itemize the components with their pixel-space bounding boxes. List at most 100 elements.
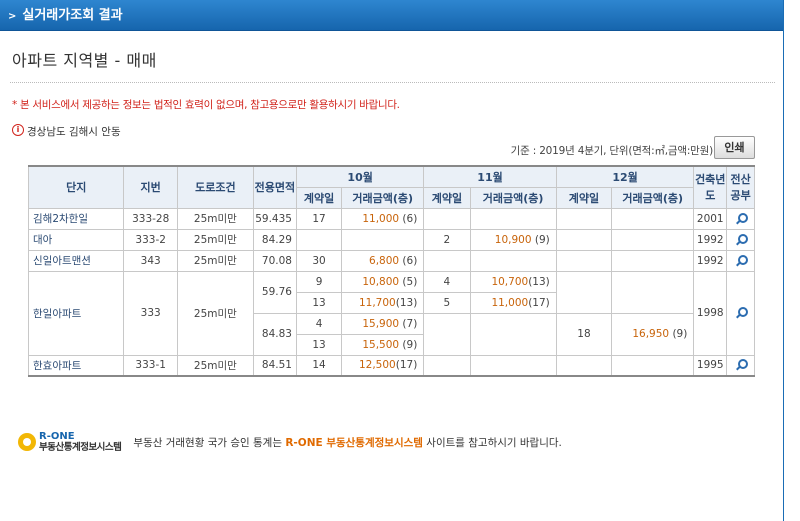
cadastral-lookup[interactable] bbox=[726, 249, 755, 272]
footer-note: R-ONE 부동산통계정보시스템 부동산 거래현황 국가 승인 통계는 R-ON… bbox=[18, 431, 562, 453]
magnifier-icon[interactable] bbox=[735, 254, 748, 267]
amount: 10,700(13) bbox=[469, 270, 557, 293]
built-year: 1998 bbox=[693, 270, 728, 356]
amount bbox=[611, 207, 695, 230]
col-contract-day: 계약일 bbox=[555, 186, 613, 209]
amount: 15,900 (7) bbox=[341, 312, 425, 335]
built-year: 1992 bbox=[693, 228, 728, 251]
contract-day: 13 bbox=[295, 333, 343, 356]
contract-day bbox=[423, 312, 471, 356]
contract-day: 4 bbox=[423, 270, 471, 293]
magnifier-icon[interactable] bbox=[735, 233, 748, 246]
area: 59.435 bbox=[252, 207, 297, 230]
built-year: 1995 bbox=[693, 354, 728, 377]
contract-day: 30 bbox=[295, 249, 343, 272]
cadastral-lookup[interactable] bbox=[726, 207, 755, 230]
contract-day: 18 bbox=[555, 312, 613, 356]
print-button[interactable]: 인쇄 bbox=[714, 136, 755, 159]
footer-text: 부동산 거래현황 국가 승인 통계는 bbox=[133, 436, 282, 449]
amount: 6,800 (6) bbox=[341, 249, 425, 272]
window-title: 실거래가조회 결과 bbox=[22, 8, 123, 23]
amount: 12,500(17) bbox=[341, 354, 425, 377]
contract-day: 5 bbox=[423, 291, 471, 314]
disclaimer-notice: * 본 서비스에서 제공하는 정보는 법적인 효력이 없으며, 참고용으로만 활… bbox=[12, 99, 400, 111]
header-row: 단지 지번 도로조건 전용면적 10월 11월 12월 건축년도 전산공부 bbox=[27, 165, 755, 209]
table-row: 신일아트맨션 343 25m미만 70.08 30 6,800 (6) 1992 bbox=[27, 249, 755, 272]
area: 84.51 bbox=[252, 354, 297, 377]
lot-number: 333 bbox=[123, 270, 178, 356]
magnifier-icon[interactable] bbox=[735, 212, 748, 225]
magnifier-icon[interactable] bbox=[735, 359, 748, 371]
title-bar: > 실거래가조회 결과 bbox=[0, 0, 783, 31]
arrow-icon: > bbox=[8, 11, 17, 22]
lot-number: 333-1 bbox=[123, 354, 178, 377]
table-row: 대아 333-2 25m미만 84.29 2 10,900 (9) 1992 bbox=[27, 228, 755, 251]
area: 59.76 bbox=[252, 270, 297, 314]
r-one-link[interactable]: R-ONE 부동산통계정보시스템 bbox=[285, 435, 423, 450]
road-condition: 25m미만 bbox=[176, 207, 254, 230]
result-frame: > 실거래가조회 결과 아파트 지역별 - 매매 * 본 서비스에서 제공하는 정… bbox=[0, 0, 784, 521]
footer-text-end: 사이트를 참고하시기 바랍니다. bbox=[426, 436, 562, 449]
contract-day bbox=[555, 249, 613, 272]
col-amount: 거래금액(층) bbox=[611, 186, 695, 209]
col-month-10: 10월 bbox=[295, 165, 425, 188]
amount bbox=[469, 312, 557, 356]
table-row: 한효아파트 333-1 25m미만 84.51 14 12,500(17) 19… bbox=[27, 354, 755, 377]
contract-day bbox=[423, 354, 471, 377]
table-row: 김해2차한일 333-28 25m미만 59.435 17 11,000 (6)… bbox=[27, 207, 755, 230]
contract-day bbox=[555, 270, 613, 314]
amount bbox=[611, 249, 695, 272]
road-condition: 25m미만 bbox=[176, 270, 254, 356]
col-amount: 거래금액(층) bbox=[469, 186, 557, 209]
amount: 10,800 (5) bbox=[341, 270, 425, 293]
contract-day: 17 bbox=[295, 207, 343, 230]
amount bbox=[611, 228, 695, 251]
col-road: 도로조건 bbox=[176, 165, 254, 209]
r-one-logo[interactable]: R-ONE 부동산통계정보시스템 bbox=[18, 431, 122, 453]
amount: 11,000 (6) bbox=[341, 207, 425, 230]
contract-day: 14 bbox=[295, 354, 343, 377]
cadastral-lookup[interactable] bbox=[726, 270, 755, 356]
road-condition: 25m미만 bbox=[176, 228, 254, 251]
road-condition: 25m미만 bbox=[176, 249, 254, 272]
col-complex: 단지 bbox=[27, 165, 125, 209]
logo-brand: R-ONE bbox=[39, 431, 75, 442]
contract-day bbox=[423, 249, 471, 272]
amount bbox=[469, 249, 557, 272]
contract-day bbox=[295, 228, 343, 251]
col-cadastral: 전산공부 bbox=[726, 165, 755, 209]
col-area: 전용면적 bbox=[252, 165, 297, 209]
area: 84.29 bbox=[252, 228, 297, 251]
built-year: 1992 bbox=[693, 249, 728, 272]
contract-day: 4 bbox=[295, 312, 343, 335]
logo-subtitle: 부동산통계정보시스템 bbox=[39, 442, 122, 453]
complex-name: 한효아파트 bbox=[27, 354, 125, 377]
amount bbox=[611, 270, 695, 314]
contract-day bbox=[555, 228, 613, 251]
contract-day bbox=[555, 207, 613, 230]
amount: 10,900 (9) bbox=[469, 228, 557, 251]
area: 84.83 bbox=[252, 312, 297, 356]
complex-name: 김해2차한일 bbox=[27, 207, 125, 230]
amount bbox=[341, 228, 425, 251]
col-month-11: 11월 bbox=[423, 165, 557, 188]
page-title: 아파트 지역별 - 매매 bbox=[12, 51, 157, 70]
complex-name: 한일아파트 bbox=[27, 270, 125, 356]
cadastral-lookup[interactable] bbox=[726, 354, 755, 377]
magnifier-icon[interactable] bbox=[735, 307, 748, 319]
lot-number: 333-2 bbox=[123, 228, 178, 251]
contract-day bbox=[555, 354, 613, 377]
col-built-year: 건축년도 bbox=[693, 165, 728, 209]
amount bbox=[469, 354, 557, 377]
complex-name: 대아 bbox=[27, 228, 125, 251]
complex-name: 신일아트맨션 bbox=[27, 249, 125, 272]
basis-label: 기준 : 2019년 4분기, 단위(면적:㎡,금액:만원) bbox=[510, 145, 714, 157]
cadastral-lookup[interactable] bbox=[726, 228, 755, 251]
built-year: 2001 bbox=[693, 207, 728, 230]
road-condition: 25m미만 bbox=[176, 354, 254, 377]
area: 70.08 bbox=[252, 249, 297, 272]
lot-number: 333-28 bbox=[123, 207, 178, 230]
contract-day: 13 bbox=[295, 291, 343, 314]
amount: 16,950 (9) bbox=[611, 312, 695, 356]
amount bbox=[469, 207, 557, 230]
